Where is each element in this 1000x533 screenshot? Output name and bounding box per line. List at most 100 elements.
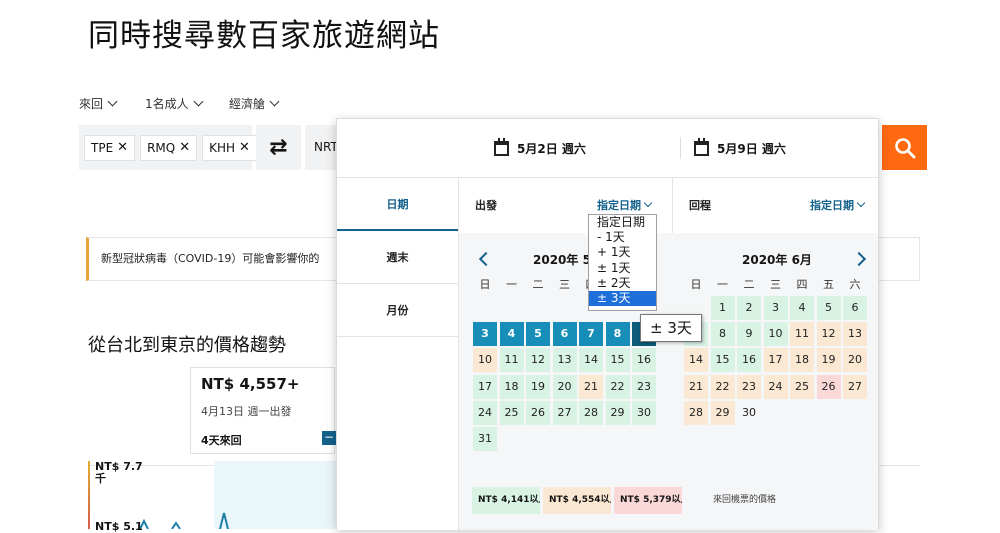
june-day-cell[interactable]: 17 [763, 348, 788, 372]
may-day-cell[interactable]: 20 [552, 375, 577, 399]
price-card-stay: 4天來回 [201, 434, 242, 447]
june-day-cell[interactable]: 13 [843, 322, 867, 346]
may-day-cell[interactable]: 21 [579, 375, 603, 399]
june-day-cell[interactable]: 4 [790, 296, 814, 320]
may-day-cell[interactable]: 23 [632, 375, 656, 399]
june-day-cell[interactable]: 12 [816, 322, 841, 346]
june-day-cell[interactable]: 2 [737, 296, 761, 320]
may-day-cell[interactable]: 22 [605, 375, 630, 399]
trip-type-dropdown[interactable]: 來回 [79, 95, 118, 112]
covid-notice[interactable]: 新型冠狀病毒（COVID-19）可能會影響你的 [86, 237, 344, 281]
may-day-cell[interactable]: 8 [605, 322, 630, 346]
june-day-cell[interactable]: 26 [816, 375, 841, 399]
june-weekday-label: 日 [690, 278, 702, 291]
origin-chip[interactable]: RMQ ✕ [140, 134, 198, 161]
trip-type-label: 來回 [79, 97, 104, 111]
june-weekday-label: 四 [796, 278, 808, 291]
june-day-cell[interactable]: 27 [843, 375, 867, 399]
june-day-cell[interactable]: 19 [816, 348, 841, 372]
may-day-cell[interactable]: 7 [579, 322, 603, 346]
passengers-dropdown[interactable]: 1名成人 [145, 95, 204, 112]
may-day-cell[interactable]: 13 [552, 348, 577, 372]
may-day-cell[interactable]: 19 [526, 375, 550, 399]
next-month-arrow-icon[interactable] [854, 250, 866, 268]
flex-days-dropdown[interactable]: 指定日期 - 1天 + 1天 ± 1天 ± 2天 ± 3天 [588, 214, 657, 311]
return-header: 回程 指定日期 [673, 178, 878, 233]
depart-flex-select[interactable]: 指定日期 [597, 197, 653, 213]
remove-icon[interactable]: ✕ [179, 140, 190, 155]
may-day-cell[interactable]: 30 [632, 401, 656, 425]
search-button[interactable] [882, 125, 927, 170]
may-day-cell[interactable]: 31 [473, 427, 497, 451]
flex-option[interactable]: ± 2天 [589, 276, 656, 291]
collapse-button[interactable]: − [322, 431, 336, 445]
remove-icon[interactable]: ✕ [239, 140, 250, 155]
may-day-cell[interactable]: 27 [552, 401, 577, 425]
prev-month-arrow-icon[interactable] [478, 250, 490, 268]
june-weekday-label: 六 [849, 278, 861, 291]
june-day-cell[interactable]: 24 [763, 375, 788, 399]
may-day-cell[interactable]: 15 [605, 348, 630, 372]
may-day-cell[interactable]: 25 [499, 401, 524, 425]
flex-option[interactable]: - 1天 [589, 230, 656, 245]
return-flex-select[interactable]: 指定日期 [810, 197, 866, 213]
swap-icon[interactable]: ⇄ [256, 125, 301, 170]
june-day-cell[interactable]: 25 [790, 375, 814, 399]
june-day-cell[interactable]: 10 [763, 322, 788, 346]
flex-option[interactable]: 指定日期 [589, 215, 656, 230]
may-day-cell[interactable]: 29 [605, 401, 630, 425]
tab-weekends[interactable]: 週末 [337, 231, 458, 284]
june-day-cell[interactable]: 9 [737, 322, 761, 346]
may-day-cell[interactable]: 12 [526, 348, 550, 372]
may-day-cell[interactable]: 6 [552, 322, 577, 346]
june-day-cell[interactable]: 29 [710, 401, 735, 425]
june-day-cell[interactable]: 28 [684, 401, 708, 425]
depart-label: 出發 [475, 199, 497, 212]
may-day-cell[interactable]: 17 [473, 375, 497, 399]
may-day-cell[interactable]: 28 [579, 401, 603, 425]
tab-months[interactable]: 月份 [337, 284, 458, 337]
june-day-cell[interactable]: 15 [710, 348, 735, 372]
origin-code: KHH [209, 140, 236, 155]
may-day-cell[interactable]: 18 [499, 375, 524, 399]
may-day-cell[interactable]: 3 [473, 322, 497, 346]
june-day-cell[interactable]: 5 [816, 296, 841, 320]
remove-icon[interactable]: ✕ [117, 140, 128, 155]
june-day-cell[interactable]: 8 [710, 322, 735, 346]
price-card[interactable]: NT$ 4,557+ 4月13日 週一出發 4天來回 [190, 367, 335, 454]
cabin-dropdown[interactable]: 經濟艙 [229, 95, 280, 112]
june-day-cell[interactable]: 1 [710, 296, 735, 320]
june-day-cell[interactable]: 3 [763, 296, 788, 320]
origin-field[interactable]: TPE ✕ RMQ ✕ KHH ✕ [79, 125, 257, 170]
calendar-icon [494, 138, 509, 156]
june-day-cell[interactable]: 16 [737, 348, 761, 372]
may-day-cell[interactable]: 11 [499, 348, 524, 372]
may-day-cell[interactable]: 10 [473, 348, 497, 372]
june-day-cell[interactable]: 20 [843, 348, 867, 372]
may-day-cell[interactable]: 4 [499, 322, 524, 346]
depart-date-field[interactable]: 5月2日 週六 [494, 138, 586, 157]
may-day-cell[interactable]: 26 [526, 401, 550, 425]
tab-dates[interactable]: 日期 [337, 178, 458, 231]
june-day-cell[interactable]: 21 [684, 375, 708, 399]
june-day-cell[interactable]: 6 [843, 296, 867, 320]
flex-option-selected[interactable]: ± 3天 [589, 291, 656, 307]
june-day-cell[interactable]: 18 [790, 348, 814, 372]
divider [878, 465, 920, 466]
june-day-cell[interactable]: 22 [710, 375, 735, 399]
may-day-cell[interactable]: 14 [579, 348, 603, 372]
june-weekday-label: 五 [823, 278, 834, 291]
origin-chip[interactable]: KHH ✕ [202, 134, 257, 161]
may-day-cell[interactable]: 24 [473, 401, 497, 425]
june-day-cell[interactable]: 11 [790, 322, 814, 346]
june-day-cell[interactable]: 30 [737, 401, 761, 425]
flex-option[interactable]: + 1天 [589, 245, 656, 260]
may-day-cell[interactable]: 5 [526, 322, 550, 346]
origin-chip[interactable]: TPE ✕ [84, 134, 136, 161]
return-date-field[interactable]: 5月9日 週六 [694, 138, 786, 157]
june-day-cell[interactable]: 23 [737, 375, 761, 399]
may-day-cell[interactable]: 16 [632, 348, 656, 372]
return-flex-value: 指定日期 [810, 199, 854, 212]
june-day-cell[interactable]: 14 [684, 348, 708, 372]
flex-option[interactable]: ± 1天 [589, 261, 656, 276]
